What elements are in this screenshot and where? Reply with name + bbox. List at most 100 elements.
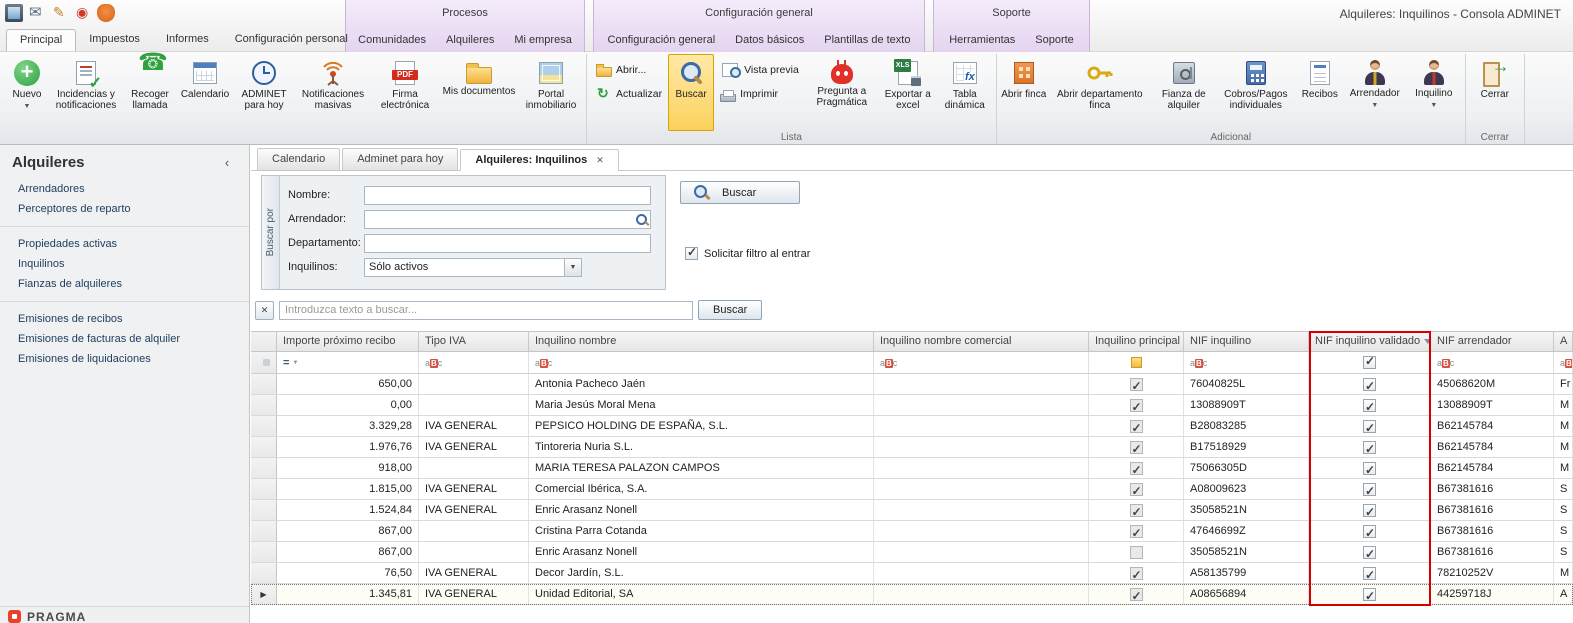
- actualizar-button[interactable]: Actualizar: [590, 83, 668, 105]
- tab-configuracion-general[interactable]: Configuración general: [598, 30, 726, 52]
- departamento-input[interactable]: [364, 234, 651, 253]
- tab-informes[interactable]: Informes: [153, 29, 222, 51]
- doc-tab-alquileres-inquilinos[interactable]: Alquileres: Inquilinos: [460, 149, 618, 171]
- table-row[interactable]: 867,00 Cristina Parra Cotanda 47646699Z …: [251, 521, 1573, 542]
- checkbox[interactable]: [1363, 441, 1376, 454]
- abrir-finca-button[interactable]: Abrir finca: [1000, 54, 1048, 131]
- nuevo-button[interactable]: Nuevo: [5, 54, 49, 131]
- tab-soporte[interactable]: Soporte: [1025, 30, 1084, 52]
- column-header-importe[interactable]: Importe próximo recibo: [277, 332, 419, 351]
- filter-cell-validado[interactable]: [1309, 352, 1431, 373]
- checkbox[interactable]: [1363, 483, 1376, 496]
- clear-search-icon[interactable]: [255, 301, 274, 320]
- filter-funnel-icon[interactable]: [1424, 339, 1431, 344]
- incidencias-button[interactable]: Incidencias y notificaciones: [49, 54, 123, 131]
- inquilino-button[interactable]: Inquilino: [1406, 54, 1462, 131]
- column-header-inquilino-principal[interactable]: Inquilino principal: [1089, 332, 1184, 351]
- table-row[interactable]: 0,00 Maria Jesús Moral Mena 13088909T 13…: [251, 395, 1573, 416]
- buscar-ribbon-button[interactable]: Buscar: [668, 54, 714, 131]
- checkbox[interactable]: [1363, 588, 1376, 601]
- recoger-llamada-button[interactable]: Recoger llamada: [123, 54, 177, 131]
- tabla-dinamica-button[interactable]: Tabla dinámica: [937, 54, 993, 131]
- collapse-sidebar-icon[interactable]: [219, 155, 235, 170]
- checkbox[interactable]: [1130, 588, 1143, 601]
- abrir-button[interactable]: Abrir...: [590, 59, 668, 81]
- solicitar-filtro-checkbox[interactable]: Solicitar filtro al entrar: [685, 247, 810, 260]
- exportar-excel-button[interactable]: Exportar a excel: [879, 54, 937, 131]
- sidebar-item[interactable]: Emisiones de liquidaciones: [0, 349, 249, 369]
- column-header-inquilino-nombre[interactable]: Inquilino nombre: [529, 332, 874, 351]
- table-row[interactable]: 1.976,76 IVA GENERAL Tintoreria Nuria S.…: [251, 437, 1573, 458]
- recibos-button[interactable]: Recibos: [1296, 54, 1344, 131]
- calendario-button[interactable]: Calendario: [177, 54, 233, 131]
- imprimir-button[interactable]: Imprimir: [714, 83, 805, 105]
- cerrar-button[interactable]: Cerrar: [1469, 54, 1521, 131]
- checkbox[interactable]: [1363, 399, 1376, 412]
- app-icon[interactable]: [5, 4, 23, 22]
- sidebar-item[interactable]: Emisiones de recibos: [0, 309, 249, 329]
- nombre-input[interactable]: [364, 186, 651, 205]
- checkbox[interactable]: [1130, 525, 1143, 538]
- filter-cell-importe[interactable]: [277, 352, 419, 373]
- filter-cell-nombre[interactable]: [529, 352, 874, 373]
- search-input[interactable]: [279, 301, 693, 320]
- filter-cell-nif[interactable]: [1184, 352, 1309, 373]
- checkbox[interactable]: [1130, 399, 1143, 412]
- sidebar-item[interactable]: Perceptores de reparto: [0, 199, 249, 219]
- table-row[interactable]: 867,00 Enric Arasanz Nonell 35058521N B6…: [251, 542, 1573, 563]
- table-row[interactable]: 1.524,84 IVA GENERAL Enric Arasanz Nonel…: [251, 500, 1573, 521]
- checkbox[interactable]: [1130, 378, 1143, 391]
- cobros-pagos-button[interactable]: Cobros/Pagos individuales: [1216, 54, 1296, 131]
- tab-comunidades[interactable]: Comunidades: [348, 30, 436, 52]
- firma-electronica-button[interactable]: Firma electrónica: [371, 54, 439, 131]
- checkbox[interactable]: [1130, 462, 1143, 475]
- arrendador-button[interactable]: Arrendador: [1344, 54, 1406, 131]
- checkbox[interactable]: [1130, 504, 1143, 517]
- portal-inmobiliario-button[interactable]: Portal inmobiliario: [519, 54, 583, 131]
- tab-configuracion-personal[interactable]: Configuración personal: [222, 29, 361, 51]
- edit-note-icon[interactable]: [51, 4, 69, 22]
- checkbox[interactable]: [1363, 546, 1376, 559]
- buscar-button[interactable]: Buscar: [698, 300, 762, 320]
- checkbox[interactable]: [1363, 525, 1376, 538]
- mis-documentos-button[interactable]: Mis documentos: [439, 54, 519, 131]
- checkbox[interactable]: [1363, 462, 1376, 475]
- inquilinos-select[interactable]: Sólo activos: [364, 258, 582, 277]
- buscar-panel-button[interactable]: Buscar: [680, 181, 800, 204]
- table-row[interactable]: 650,00 Antonia Pacheco Jaén 76040825L 45…: [251, 374, 1573, 395]
- sidebar-item[interactable]: Arrendadores: [0, 179, 249, 199]
- doc-tab-calendario[interactable]: Calendario: [257, 148, 340, 170]
- sidebar-item[interactable]: Inquilinos: [0, 254, 249, 274]
- abrir-departamento-finca-button[interactable]: Abrir departamento finca: [1048, 54, 1152, 131]
- table-row[interactable]: 3.329,28 IVA GENERAL PEPSICO HOLDING DE …: [251, 416, 1573, 437]
- adminet-hoy-button[interactable]: ADMINET para hoy: [233, 54, 295, 131]
- filter-cell-tipo-iva[interactable]: [419, 352, 529, 373]
- column-header-nombre-comercial[interactable]: Inquilino nombre comercial: [874, 332, 1089, 351]
- doc-tab-adminet-hoy[interactable]: Adminet para hoy: [342, 148, 458, 170]
- arrendador-input[interactable]: [364, 210, 651, 229]
- sidebar-item[interactable]: Propiedades activas: [0, 234, 249, 254]
- tab-mi-empresa[interactable]: Mi empresa: [504, 30, 581, 52]
- fianza-alquiler-button[interactable]: Fianza de alquiler: [1152, 54, 1216, 131]
- sidebar-item[interactable]: Fianzas de alquileres: [0, 274, 249, 294]
- checkbox[interactable]: [1130, 546, 1143, 559]
- checkbox[interactable]: [1130, 567, 1143, 580]
- filter-cell-arrendador[interactable]: [1554, 352, 1573, 373]
- checkbox[interactable]: [1130, 420, 1143, 433]
- fox-icon[interactable]: [97, 4, 115, 22]
- close-icon[interactable]: [596, 150, 604, 171]
- filter-cell-nif-arrendador[interactable]: [1431, 352, 1554, 373]
- tab-herramientas[interactable]: Herramientas: [939, 30, 1025, 52]
- tab-datos-basicos[interactable]: Datos básicos: [725, 30, 814, 52]
- notificaciones-masivas-button[interactable]: Notificaciones masivas: [295, 54, 371, 131]
- table-row[interactable]: 918,00 MARIA TERESA PALAZON CAMPOS 75066…: [251, 458, 1573, 479]
- checkbox[interactable]: [1363, 567, 1376, 580]
- column-header-nif-inquilino[interactable]: NIF inquilino: [1184, 332, 1309, 351]
- vista-previa-button[interactable]: Vista previa: [714, 59, 805, 81]
- checkbox[interactable]: [1363, 420, 1376, 433]
- table-row[interactable]: 76,50 IVA GENERAL Decor Jardín, S.L. A58…: [251, 563, 1573, 584]
- checkbox[interactable]: [1130, 441, 1143, 454]
- column-header-nif-validado[interactable]: NIF inquilino validado: [1309, 332, 1431, 351]
- broadcast-icon[interactable]: [74, 4, 92, 22]
- tab-alquileres[interactable]: Alquileres: [436, 30, 504, 52]
